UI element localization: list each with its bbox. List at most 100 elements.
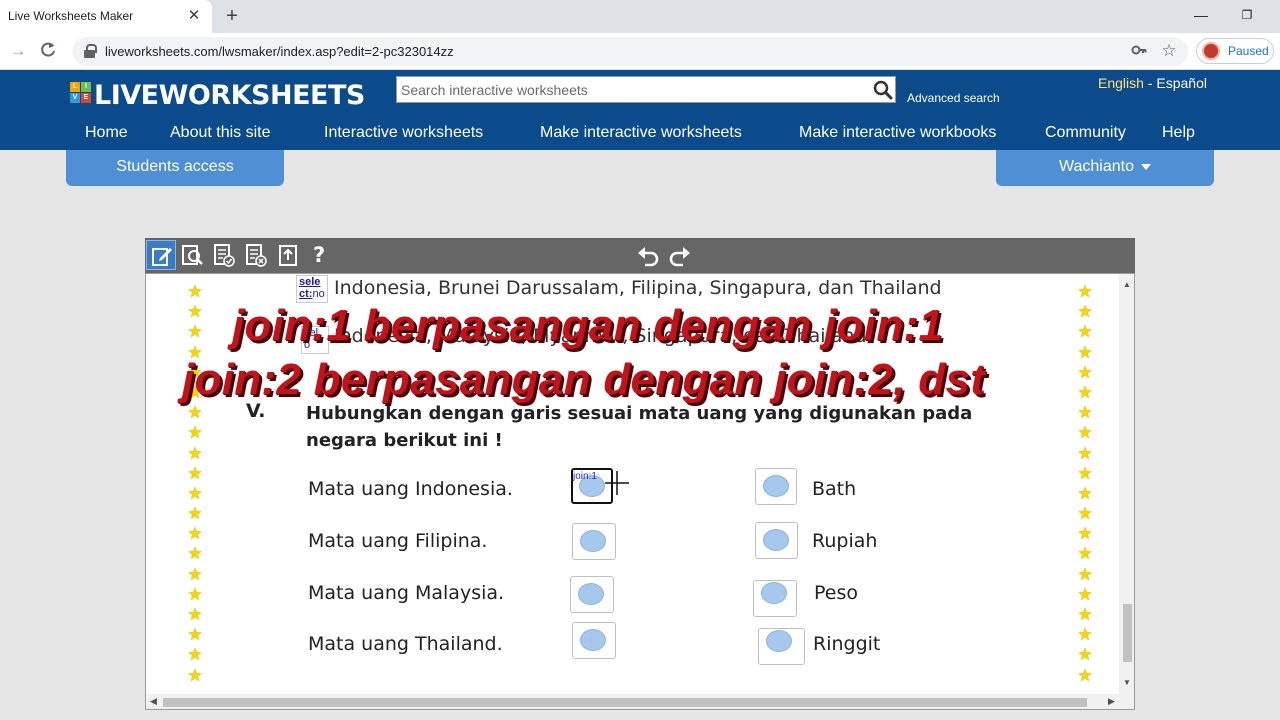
- border-star-icon: ★: [187, 584, 203, 604]
- help-icon: ?: [313, 243, 326, 267]
- nav-make-worksheets[interactable]: Make interactive worksheets: [540, 124, 742, 142]
- advanced-search-link[interactable]: Advanced search: [907, 91, 1000, 105]
- edit-tool-button[interactable]: [146, 240, 176, 270]
- join-box-right-3[interactable]: [753, 580, 797, 617]
- left-item: Mata uang Thailand.: [308, 633, 503, 655]
- border-star-icon: ★: [187, 645, 203, 665]
- join-dot: [580, 530, 606, 552]
- horizontal-scroll-thumb[interactable]: [163, 698, 1087, 707]
- save-tool-button[interactable]: [209, 240, 239, 270]
- window-restore-button[interactable]: ❐: [1236, 6, 1258, 24]
- logo-text: LIVEWORKSHEETS: [94, 80, 365, 111]
- join-box-right-2[interactable]: [755, 522, 798, 559]
- avatar: [1202, 42, 1220, 60]
- border-star-icon: ★: [187, 423, 203, 443]
- border-star-icon: ★: [1077, 382, 1093, 402]
- help-tool-button[interactable]: ?: [305, 240, 335, 270]
- scroll-left-icon[interactable]: ◀: [150, 696, 157, 707]
- delete-tool-button[interactable]: [241, 240, 271, 270]
- search-input[interactable]: [397, 77, 867, 102]
- lang-english-link[interactable]: English: [1098, 75, 1144, 91]
- editor-toolbar: ?: [145, 238, 1135, 273]
- border-star-icon: ★: [1077, 362, 1093, 382]
- language-switcher: English - Español: [1098, 75, 1207, 91]
- address-bar[interactable]: liveworksheets.com/lwsmaker/index.asp?ed…: [72, 37, 1188, 66]
- join-box-left-4[interactable]: [572, 622, 616, 659]
- select-box-text: ct:: [299, 288, 313, 300]
- nav-about[interactable]: About this site: [170, 124, 271, 142]
- vertical-scroll-thumb[interactable]: [1123, 604, 1132, 662]
- question-line-2: negara berikut ini !: [306, 430, 503, 451]
- border-star-icon: ★: [1077, 463, 1093, 483]
- vertical-scrollbar[interactable]: ▲ ▼: [1119, 274, 1134, 694]
- upload-tool-button[interactable]: [273, 240, 303, 270]
- save-check-icon: [214, 244, 235, 267]
- profile-button[interactable]: Paused: [1196, 38, 1274, 64]
- border-star-icon: ★: [187, 463, 203, 483]
- border-star-icon: ★: [187, 504, 203, 524]
- horizontal-scrollbar[interactable]: ◀ ▶: [146, 694, 1134, 709]
- border-star-icon: ★: [187, 605, 203, 624]
- move-cursor-icon: [605, 471, 629, 495]
- preview-icon: [182, 245, 203, 265]
- window-minimize-button[interactable]: —: [1190, 6, 1212, 24]
- border-star-icon: ★: [1077, 605, 1093, 624]
- border-star-icon: ★: [187, 524, 203, 544]
- join-box-right-1[interactable]: [755, 468, 797, 505]
- scroll-up-icon[interactable]: ▲: [1123, 280, 1131, 289]
- border-star-icon: ★: [187, 665, 203, 685]
- join-box-left-3[interactable]: [570, 576, 614, 613]
- nav-help[interactable]: Help: [1162, 124, 1195, 142]
- nav-community[interactable]: Community: [1045, 124, 1126, 142]
- join-box-left-2[interactable]: [572, 523, 616, 560]
- join-label: join:1: [573, 471, 597, 482]
- reload-icon[interactable]: [38, 41, 58, 61]
- url-text[interactable]: liveworksheets.com/lwsmaker/index.asp?ed…: [105, 44, 454, 59]
- border-star-icon: ★: [1077, 645, 1093, 665]
- right-item: Bath: [812, 478, 857, 500]
- redo-button[interactable]: [664, 240, 694, 270]
- border-star-icon: ★: [187, 625, 203, 645]
- site-header: L I V E LIVEWORKSHEETS Advanced search E…: [0, 70, 1280, 150]
- scroll-right-icon[interactable]: ▶: [1108, 696, 1115, 707]
- border-star-icon: ★: [1077, 282, 1093, 301]
- lock-icon: [84, 44, 97, 58]
- left-item: Mata uang Filipina.: [308, 530, 488, 552]
- tab-close-icon[interactable]: ✕: [186, 7, 202, 25]
- scroll-down-icon[interactable]: ▼: [1123, 678, 1131, 687]
- question-text: Hubungkan dengan garis sesuai mata uang …: [306, 400, 972, 454]
- lang-espanol-link[interactable]: Español: [1156, 75, 1207, 91]
- border-star-icon: ★: [187, 322, 203, 342]
- back-arrow-icon[interactable]: →: [8, 41, 28, 61]
- preview-tool-button[interactable]: [177, 240, 207, 270]
- border-star-icon: ★: [187, 302, 203, 322]
- nav-make-workbooks[interactable]: Make interactive workbooks: [799, 124, 996, 142]
- border-star-icon: ★: [1077, 342, 1093, 362]
- site-logo[interactable]: L I V E LIVEWORKSHEETS: [70, 78, 370, 114]
- instruction-overlay-line-2: join:2 berpasangan dengan join:2, dst: [182, 355, 986, 404]
- nav-home[interactable]: Home: [85, 124, 128, 142]
- border-star-icon: ★: [1077, 625, 1093, 645]
- new-tab-button[interactable]: +: [222, 4, 242, 28]
- border-star-icon: ★: [1077, 483, 1093, 503]
- join-dot: [580, 629, 606, 651]
- bookmark-star-icon[interactable]: ☆: [1160, 41, 1178, 61]
- border-star-icon: ★: [187, 443, 203, 463]
- nav-interactive-worksheets[interactable]: Interactive worksheets: [324, 124, 483, 142]
- right-item: Peso: [814, 582, 858, 604]
- right-item: Ringgit: [813, 633, 881, 655]
- edit-icon: [152, 248, 172, 266]
- tab-title: Live Worksheets Maker: [8, 9, 134, 23]
- join-box-right-4[interactable]: [758, 628, 805, 665]
- students-access-button[interactable]: Students access: [66, 150, 284, 186]
- students-access-label: Students access: [116, 158, 234, 175]
- profile-status: Paused: [1228, 44, 1269, 58]
- browser-toolbar: → liveworksheets.com/lwsmaker/index.asp?…: [0, 33, 1280, 70]
- search-icon[interactable]: [873, 80, 893, 100]
- key-icon[interactable]: [1130, 42, 1148, 60]
- browser-tab-strip: Live Worksheets Maker ✕ + — ❐: [0, 0, 1280, 33]
- select-box-1[interactable]: sele ct:no: [296, 275, 328, 303]
- browser-tab[interactable]: Live Worksheets Maker ✕: [0, 0, 212, 33]
- undo-button[interactable]: [632, 240, 662, 270]
- user-menu-button[interactable]: Wachianto: [996, 150, 1214, 186]
